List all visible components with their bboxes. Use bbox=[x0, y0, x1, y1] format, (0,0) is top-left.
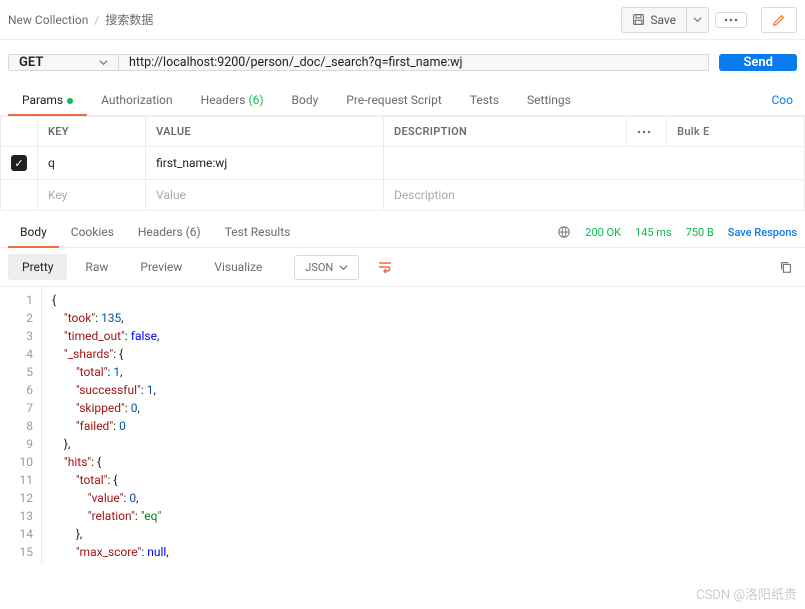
status-code: 200 OK bbox=[585, 226, 621, 239]
table-row: ✓ q first_name:wj bbox=[1, 147, 805, 180]
view-pretty[interactable]: Pretty bbox=[8, 254, 67, 280]
col-more[interactable] bbox=[627, 117, 667, 147]
param-checkbox[interactable]: ✓ bbox=[11, 155, 27, 171]
view-preview[interactable]: Preview bbox=[126, 254, 196, 280]
param-value-cell[interactable]: first_name:wj bbox=[146, 147, 384, 180]
tab-headers[interactable]: Headers (6) bbox=[187, 85, 278, 115]
resp-tab-testresults[interactable]: Test Results bbox=[213, 217, 303, 247]
edit-button[interactable] bbox=[761, 7, 797, 33]
param-key-placeholder[interactable]: Key bbox=[38, 180, 146, 211]
tab-authorization[interactable]: Authorization bbox=[87, 85, 187, 115]
response-size: 750 B bbox=[686, 226, 714, 239]
resp-tab-cookies[interactable]: Cookies bbox=[59, 217, 126, 247]
view-visualize[interactable]: Visualize bbox=[200, 254, 276, 280]
format-select[interactable]: JSON bbox=[294, 255, 359, 280]
more-actions-button[interactable] bbox=[715, 12, 747, 28]
param-value-placeholder[interactable]: Value bbox=[146, 180, 384, 211]
table-row-new: Key Value Description bbox=[1, 180, 805, 211]
breadcrumb-collection[interactable]: New Collection bbox=[8, 13, 88, 27]
chevron-down-icon bbox=[99, 58, 108, 67]
tab-params[interactable]: Params bbox=[8, 85, 87, 115]
save-response-link[interactable]: Save Respons bbox=[728, 226, 797, 239]
cookies-link[interactable]: Coo bbox=[772, 93, 798, 107]
param-desc-placeholder[interactable]: Description bbox=[384, 180, 805, 211]
chevron-down-icon bbox=[693, 15, 702, 24]
response-body[interactable]: { "took": 135, "timed_out": false, "_sha… bbox=[42, 287, 169, 565]
method-select[interactable]: GET bbox=[8, 54, 118, 71]
tab-tests[interactable]: Tests bbox=[456, 85, 513, 115]
tab-body[interactable]: Body bbox=[278, 85, 333, 115]
save-button[interactable]: Save bbox=[621, 7, 686, 33]
breadcrumb-sep: / bbox=[94, 13, 99, 27]
send-button[interactable]: Send bbox=[719, 54, 797, 71]
resp-tab-headers[interactable]: Headers (6) bbox=[126, 217, 213, 247]
col-value: VALUE bbox=[146, 117, 384, 147]
save-dropdown-button[interactable] bbox=[686, 7, 709, 33]
breadcrumb-request[interactable]: 搜索数据 bbox=[105, 11, 153, 28]
col-desc: DESCRIPTION bbox=[384, 117, 627, 147]
tab-settings[interactable]: Settings bbox=[513, 85, 585, 115]
pencil-icon bbox=[772, 13, 786, 27]
params-table: KEY VALUE DESCRIPTION Bulk E ✓ q first_n… bbox=[0, 116, 805, 211]
breadcrumb: New Collection / 搜索数据 bbox=[8, 11, 621, 28]
tab-prerequest[interactable]: Pre-request Script bbox=[332, 85, 455, 115]
wrap-lines-icon[interactable] bbox=[373, 256, 397, 278]
col-key: KEY bbox=[38, 117, 146, 147]
globe-icon[interactable] bbox=[557, 225, 571, 239]
params-indicator-dot bbox=[67, 98, 73, 104]
resp-tab-body[interactable]: Body bbox=[8, 217, 59, 247]
view-raw[interactable]: Raw bbox=[71, 254, 122, 280]
col-check bbox=[1, 117, 38, 147]
line-gutter: 123456789101112131415 bbox=[0, 287, 42, 565]
save-icon bbox=[632, 13, 645, 26]
param-key-cell[interactable]: q bbox=[38, 147, 146, 180]
param-desc-cell[interactable] bbox=[384, 147, 805, 180]
bulk-edit-link[interactable]: Bulk E bbox=[667, 117, 805, 147]
dots-icon bbox=[724, 18, 738, 22]
url-input[interactable]: http://localhost:9200/person/_doc/_searc… bbox=[118, 54, 709, 71]
response-time: 145 ms bbox=[635, 226, 672, 239]
copy-icon[interactable] bbox=[775, 256, 797, 278]
watermark: CSDN @洛阳纸贵 bbox=[696, 584, 797, 603]
chevron-down-icon bbox=[339, 263, 348, 272]
